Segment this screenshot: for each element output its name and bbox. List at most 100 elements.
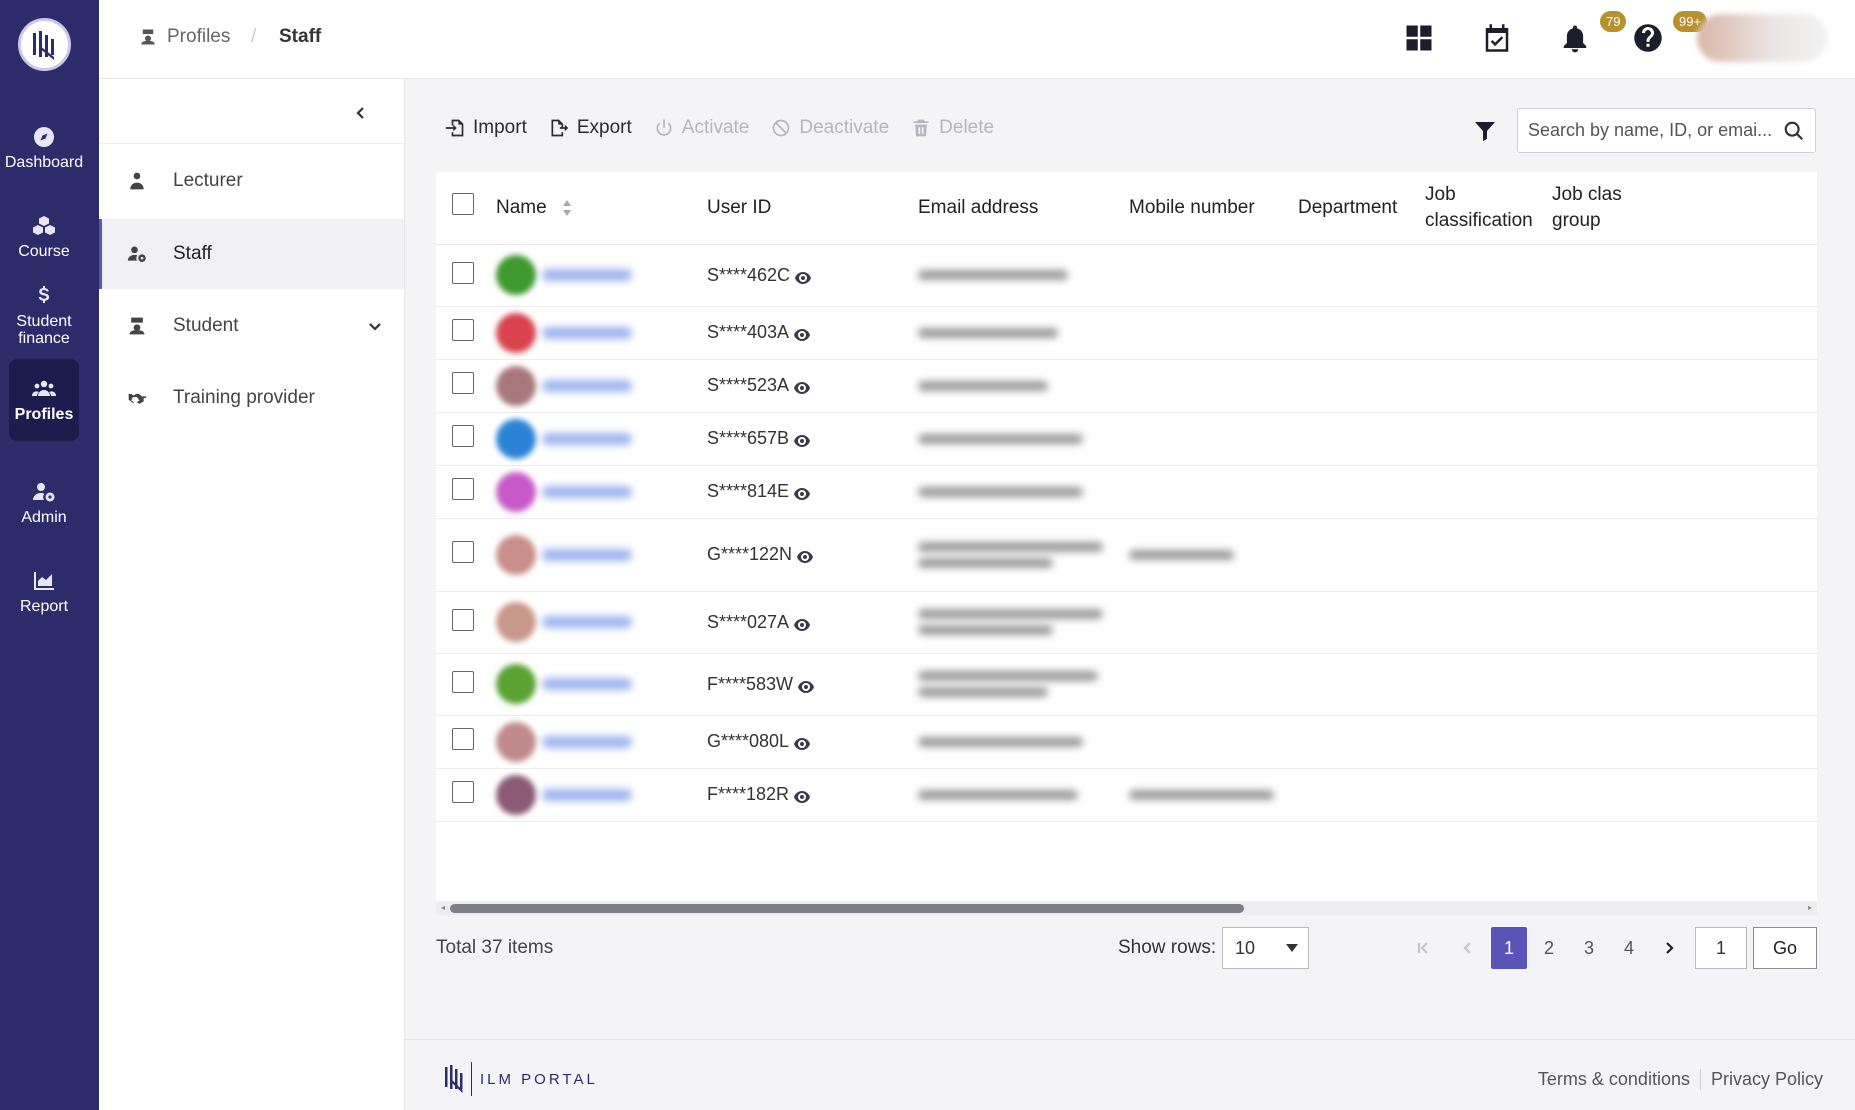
sort-icon[interactable] xyxy=(562,199,572,217)
subnav-item-training-provider[interactable]: Training provider xyxy=(99,363,404,433)
activate-button[interactable]: Activate xyxy=(654,117,749,139)
nav-item-student-finance[interactable]: Student finance xyxy=(9,269,79,361)
redacted-name[interactable] xyxy=(542,269,632,281)
table-row[interactable]: S****403A xyxy=(436,306,1817,360)
notifications-button[interactable] xyxy=(1559,22,1591,54)
nav-item-dashboard[interactable]: Dashboard xyxy=(5,107,83,189)
department-cell xyxy=(1286,518,1413,592)
reveal-id-eye-icon[interactable] xyxy=(794,269,812,284)
table-row[interactable]: F****583W xyxy=(436,653,1817,716)
row-checkbox[interactable] xyxy=(452,425,474,447)
row-select-cell xyxy=(436,359,484,413)
job-classification-cell xyxy=(1413,768,1540,822)
row-checkbox[interactable] xyxy=(452,478,474,500)
reveal-id-eye-icon[interactable] xyxy=(797,678,815,693)
reveal-id-eye-icon[interactable] xyxy=(793,616,811,631)
rows-per-page-select[interactable]: 10 xyxy=(1222,927,1309,969)
subnav-item-staff[interactable]: Staff xyxy=(99,219,404,289)
column-header-name[interactable]: Name xyxy=(484,172,695,245)
chevron-down-icon xyxy=(369,323,381,331)
user-id-cell: S****814E xyxy=(695,465,906,519)
go-button[interactable]: Go xyxy=(1753,927,1817,969)
redacted-name[interactable] xyxy=(542,548,632,561)
redacted-name[interactable] xyxy=(542,485,632,498)
email-cell xyxy=(906,412,1117,466)
redacted-name[interactable] xyxy=(542,379,632,392)
next-page-button[interactable] xyxy=(1651,927,1687,969)
row-checkbox[interactable] xyxy=(452,261,474,284)
first-page-button[interactable] xyxy=(1405,927,1441,969)
page-button-2[interactable]: 2 xyxy=(1531,927,1567,969)
prev-page-button[interactable] xyxy=(1450,927,1486,969)
reveal-id-eye-icon[interactable] xyxy=(796,548,814,564)
reveal-id-eye-icon[interactable] xyxy=(793,432,811,448)
reveal-id-eye-icon[interactable] xyxy=(793,788,811,804)
breadcrumb-profiles[interactable]: Profiles xyxy=(139,26,230,48)
scroll-right-arrow[interactable]: ▸ xyxy=(1805,903,1815,913)
nav-item-admin[interactable]: Admin xyxy=(9,462,79,544)
select-all-checkbox[interactable] xyxy=(452,192,474,215)
page-button-1[interactable]: 1 xyxy=(1491,927,1527,969)
goto-page-input[interactable] xyxy=(1695,927,1747,969)
subnav-item-lecturer[interactable]: Lecturer xyxy=(99,146,404,216)
job-classification-cell xyxy=(1413,518,1540,592)
reveal-id-eye-icon[interactable] xyxy=(793,485,811,501)
table-row[interactable]: S****462C xyxy=(436,244,1817,307)
collapse-sidebar-button[interactable] xyxy=(349,101,373,125)
search-icon[interactable] xyxy=(1783,120,1805,142)
user-avatar-menu[interactable] xyxy=(1697,14,1827,62)
reveal-id-eye-icon[interactable] xyxy=(793,735,811,751)
deactivate-button[interactable]: Deactivate xyxy=(771,117,889,139)
reveal-id-eye-icon[interactable] xyxy=(793,379,811,395)
row-checkbox[interactable] xyxy=(452,372,474,394)
delete-button[interactable]: Delete xyxy=(911,117,994,139)
redacted-name[interactable] xyxy=(542,735,632,748)
import-button[interactable]: Import xyxy=(445,117,527,139)
name-cell xyxy=(484,715,695,769)
redacted-name[interactable] xyxy=(542,326,632,339)
terms-link[interactable]: Terms & conditions xyxy=(1528,1069,1700,1090)
scrollbar-thumb[interactable] xyxy=(450,904,1244,913)
page-button-4[interactable]: 4 xyxy=(1611,927,1647,969)
redacted-email xyxy=(918,736,1083,747)
horizontal-scrollbar[interactable]: ◂ ▸ xyxy=(436,901,1817,915)
job-group-cell xyxy=(1540,518,1817,592)
page-button-3[interactable]: 3 xyxy=(1571,927,1607,969)
nav-item-report[interactable]: Report xyxy=(9,551,79,633)
table-row[interactable]: S****523A xyxy=(436,359,1817,413)
redacted-name[interactable] xyxy=(542,678,632,690)
nav-item-profiles[interactable]: Profiles xyxy=(9,359,79,441)
privacy-link[interactable]: Privacy Policy xyxy=(1699,1069,1833,1090)
row-checkbox[interactable] xyxy=(452,781,474,803)
search-input[interactable] xyxy=(1528,120,1778,141)
filter-button[interactable] xyxy=(1473,119,1499,145)
table-row[interactable]: S****814E xyxy=(436,465,1817,519)
redacted-name[interactable] xyxy=(542,788,632,801)
apps-grid-button[interactable] xyxy=(1403,22,1435,54)
scroll-left-arrow[interactable]: ◂ xyxy=(438,903,448,913)
help-button[interactable] xyxy=(1632,22,1664,54)
table-row[interactable]: S****027A xyxy=(436,591,1817,654)
nav-item-label: Report xyxy=(19,598,69,615)
row-checkbox[interactable] xyxy=(452,319,474,341)
table-row[interactable]: G****122N xyxy=(436,518,1817,592)
row-checkbox[interactable] xyxy=(452,541,474,563)
job-classification-cell xyxy=(1413,465,1540,519)
export-button[interactable]: Export xyxy=(549,117,632,139)
row-checkbox[interactable] xyxy=(452,728,474,750)
nav-item-course[interactable]: Course xyxy=(9,196,79,278)
redacted-name[interactable] xyxy=(542,432,632,445)
row-checkbox[interactable] xyxy=(452,670,474,693)
department-cell xyxy=(1286,591,1413,654)
subnav-item-student[interactable]: Student xyxy=(99,291,404,361)
user-id-text: F****182R xyxy=(707,784,790,804)
redacted-name[interactable] xyxy=(542,616,632,628)
table-row[interactable]: G****080L xyxy=(436,715,1817,769)
table-row[interactable]: F****182R xyxy=(436,768,1817,822)
table-row[interactable]: S****657B xyxy=(436,412,1817,466)
row-checkbox[interactable] xyxy=(452,608,474,631)
tasks-button[interactable] xyxy=(1481,22,1513,54)
reveal-id-eye-icon[interactable] xyxy=(793,326,811,342)
app-logo[interactable] xyxy=(18,18,71,71)
job-classification-cell xyxy=(1413,715,1540,769)
